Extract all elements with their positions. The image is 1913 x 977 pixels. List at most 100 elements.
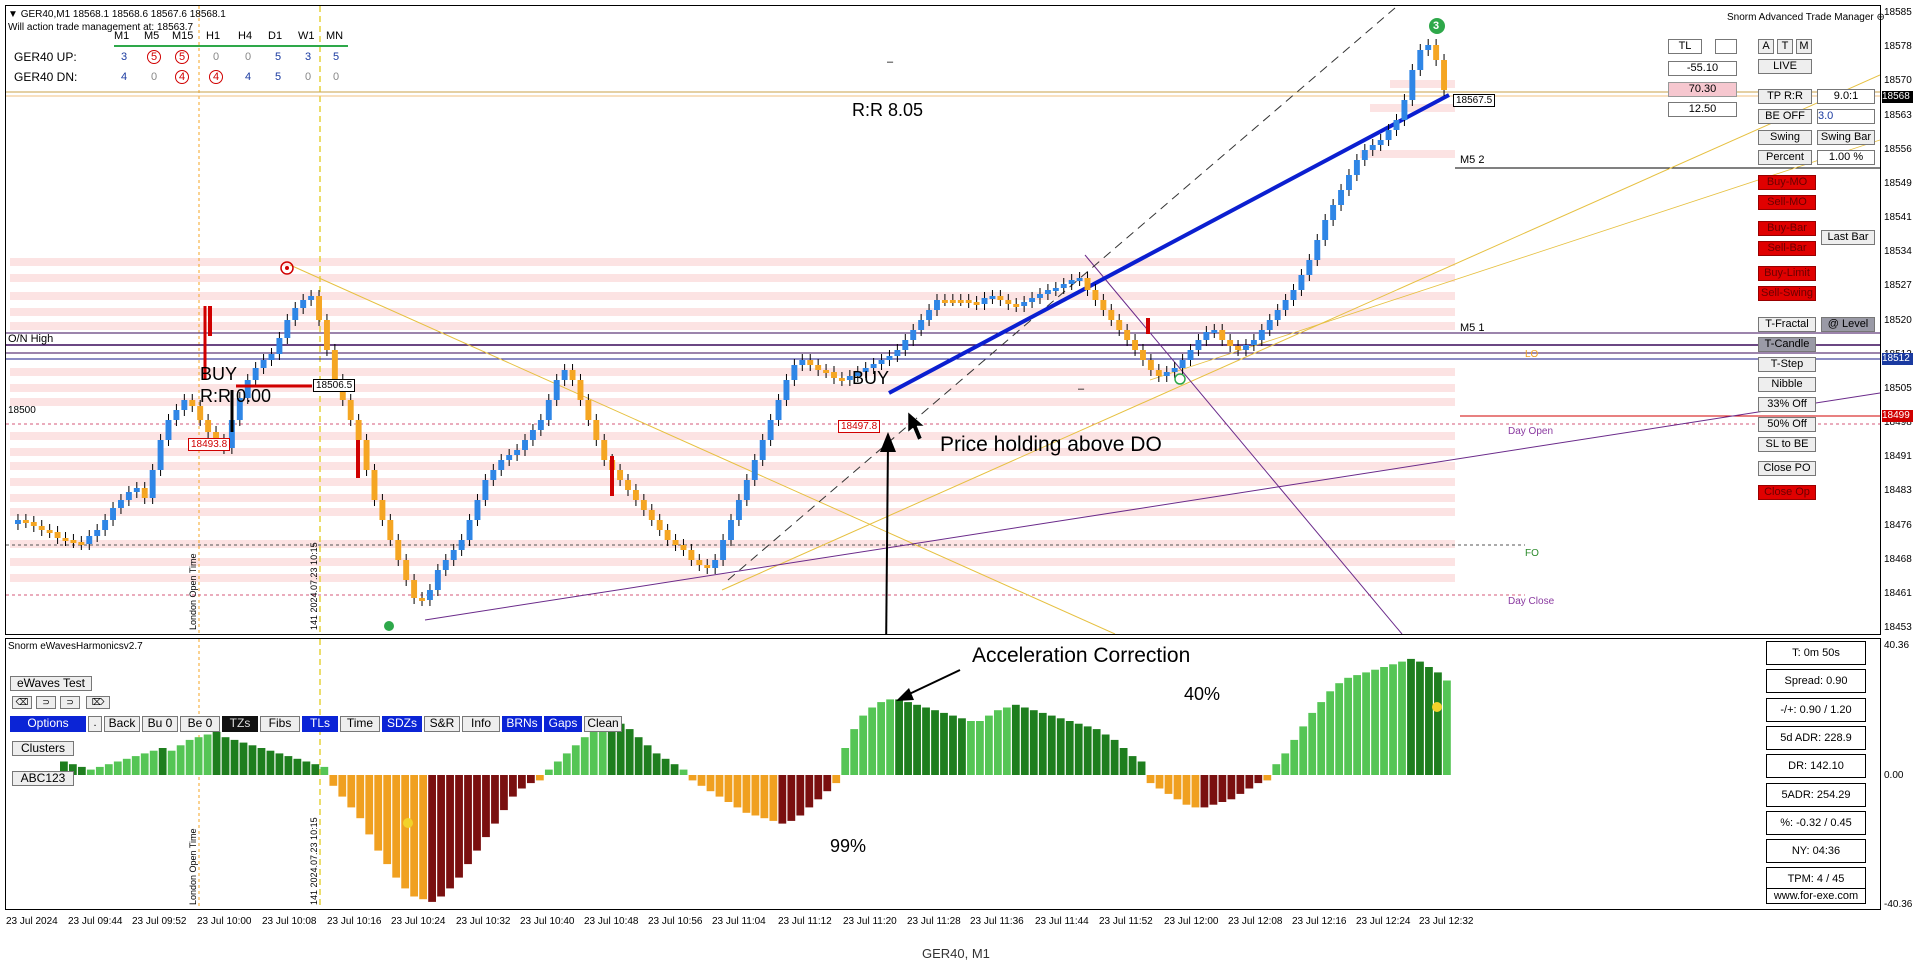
- sdzs-button[interactable]: SDZs: [382, 716, 422, 732]
- buy-limit-button[interactable]: Buy-Limit: [1758, 266, 1816, 281]
- be-off-button[interactable]: BE OFF: [1758, 109, 1812, 124]
- m-button[interactable]: M: [1796, 39, 1812, 54]
- ind-axis-bottom: -40.36: [1884, 899, 1913, 910]
- info-button[interactable]: Info: [462, 716, 500, 732]
- abc123-button[interactable]: ABC123: [12, 771, 74, 786]
- a-button[interactable]: A: [1758, 39, 1774, 54]
- candle-body: [173, 410, 180, 420]
- histogram-bar: [140, 753, 149, 775]
- candle-body: [1044, 290, 1051, 294]
- mtf-cell: 5: [332, 51, 340, 63]
- small-btn-4[interactable]: ⌦: [86, 696, 110, 709]
- off50-button[interactable]: 50% Off: [1758, 417, 1816, 432]
- histogram-bar: [1398, 661, 1406, 775]
- candle-body: [22, 520, 29, 523]
- last-bar-button[interactable]: Last Bar: [1821, 230, 1875, 245]
- value-12-field[interactable]: 12.50: [1668, 102, 1737, 117]
- sell-swing-button[interactable]: Sell-Swing: [1758, 286, 1816, 301]
- candle-body: [672, 540, 679, 545]
- tzs-button[interactable]: TZs: [222, 716, 258, 732]
- histogram-bar: [95, 766, 104, 775]
- histogram-bar: [419, 775, 428, 900]
- indicator-canvas[interactable]: [6, 639, 1880, 909]
- london-open-vlabel-ind: London Open Time: [188, 828, 198, 905]
- histogram-bar: [1191, 775, 1200, 808]
- blank-button[interactable]: [1715, 39, 1737, 54]
- small-btn-3[interactable]: ⊃: [60, 696, 80, 709]
- histogram-bar: [769, 775, 778, 821]
- candle-body: [316, 296, 322, 320]
- close-op-button[interactable]: Close Op: [1758, 485, 1816, 500]
- histogram-bar: [356, 775, 365, 819]
- nibble-button[interactable]: Nibble: [1758, 377, 1816, 392]
- small-btn-2[interactable]: ⊃: [36, 696, 56, 709]
- dot-button[interactable]: .: [88, 716, 102, 732]
- sr-button[interactable]: S&R: [424, 716, 460, 732]
- value-pink-field[interactable]: 70.30: [1668, 82, 1737, 97]
- clean-button[interactable]: Clean: [584, 716, 622, 732]
- histogram-bar: [1416, 661, 1424, 775]
- value-neg-field[interactable]: -55.10: [1668, 61, 1737, 76]
- candle-body: [965, 300, 972, 303]
- candle-body: [799, 360, 806, 365]
- stat-box: T: 0m 50s: [1766, 641, 1866, 665]
- candle-body: [450, 550, 457, 560]
- candle-body: [54, 532, 61, 538]
- candle-body: [1401, 100, 1408, 120]
- histogram-bar: [509, 775, 517, 797]
- candle-body: [1005, 300, 1012, 304]
- buy-mo-button[interactable]: Buy-MO: [1758, 175, 1816, 190]
- stat-box[interactable]: www.for-exe.com: [1766, 888, 1866, 904]
- t-fractal-button[interactable]: T-Fractal: [1758, 317, 1816, 332]
- percent-button[interactable]: Percent: [1758, 150, 1812, 165]
- t-candle-button[interactable]: T-Candle: [1758, 337, 1816, 352]
- small-btn-1[interactable]: ⌫: [12, 696, 32, 709]
- time-button[interactable]: Time: [340, 716, 380, 732]
- tl-button[interactable]: TL: [1668, 39, 1702, 54]
- tp-rr-input[interactable]: 9.0:1: [1817, 89, 1875, 104]
- percent-input[interactable]: 1.00 %: [1817, 150, 1875, 165]
- be-input[interactable]: 3.0: [1817, 109, 1875, 124]
- options-button[interactable]: Options: [10, 716, 86, 732]
- at-level-button[interactable]: @ Level: [1821, 317, 1875, 332]
- candle-body: [466, 520, 473, 540]
- ewaves-test-button[interactable]: eWaves Test: [10, 676, 92, 691]
- be0-button[interactable]: Be 0: [180, 716, 220, 732]
- clusters-button[interactable]: Clusters: [12, 741, 74, 756]
- mtf-header-d1: D1: [268, 30, 283, 42]
- gaps-button[interactable]: Gaps: [544, 716, 582, 732]
- candle-body: [1377, 140, 1384, 145]
- sl-to-be-button[interactable]: SL to BE: [1758, 437, 1816, 452]
- close-po-button[interactable]: Close PO: [1758, 461, 1816, 476]
- chart-footer-title: GER40, M1: [922, 946, 990, 961]
- tp-rr-button[interactable]: TP R:R: [1758, 89, 1812, 104]
- t-step-button[interactable]: T-Step: [1758, 357, 1816, 372]
- candle-body: [545, 400, 552, 420]
- histogram-bar: [1137, 761, 1146, 775]
- histogram-bar: [131, 756, 140, 775]
- swing-bar-button[interactable]: Swing Bar: [1817, 130, 1875, 145]
- candle-body: [838, 378, 845, 381]
- histogram-bar: [877, 702, 886, 775]
- candle-body: [260, 360, 267, 368]
- bu0-button[interactable]: Bu 0: [142, 716, 178, 732]
- sell-mo-button[interactable]: Sell-MO: [1758, 195, 1816, 210]
- histogram-bar: [652, 753, 661, 775]
- price-chart-canvas[interactable]: [6, 6, 1880, 634]
- back-button[interactable]: Back: [104, 716, 140, 732]
- t-button[interactable]: T: [1777, 39, 1793, 54]
- candle-body: [656, 520, 663, 530]
- sell-bar-button[interactable]: Sell-Bar: [1758, 241, 1816, 256]
- mtf-header-mn: MN: [326, 30, 344, 42]
- price-tag-18493: 18493.8: [188, 438, 231, 451]
- off33-button[interactable]: 33% Off: [1758, 397, 1816, 412]
- histogram-bar: [428, 775, 436, 902]
- swing-button[interactable]: Swing: [1758, 130, 1812, 145]
- buy-bar-button[interactable]: Buy-Bar: [1758, 221, 1816, 236]
- candle-body: [910, 330, 917, 340]
- tls-button[interactable]: TLs: [302, 716, 338, 732]
- candle-body: [46, 530, 53, 533]
- brns-button[interactable]: BRNs: [502, 716, 542, 732]
- fibs-button[interactable]: Fibs: [260, 716, 300, 732]
- live-button[interactable]: LIVE: [1758, 59, 1812, 74]
